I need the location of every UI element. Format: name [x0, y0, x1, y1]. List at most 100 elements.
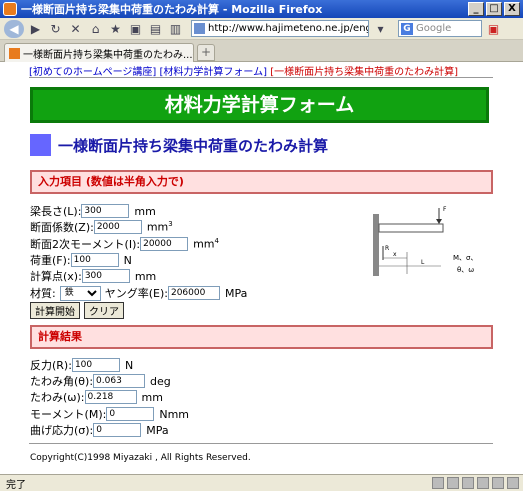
stress-output[interactable] [93, 423, 142, 437]
point-row: 計算点(x): mm [30, 268, 156, 284]
stop-icon[interactable]: ✕ [67, 20, 84, 37]
page-title-text: 一様断面片持ち梁集中荷重のたわみ計算 [58, 136, 329, 155]
status-icon-2[interactable] [447, 477, 459, 489]
window-titlebar: 一様断面片持ち梁集中荷重のたわみ計算 - Mozilla Firefox _ □… [0, 0, 523, 18]
modulus-label: 断面係数(Z): [30, 221, 94, 234]
button-row: 計算開始 クリア [30, 301, 128, 319]
status-icon-6[interactable] [507, 477, 519, 489]
tab-strip: 一様断面片持ち梁集中荷重のたわみ... x + [0, 40, 523, 62]
point-input[interactable] [81, 269, 130, 283]
top-divider [29, 77, 493, 78]
url-bar[interactable]: http://www.hajimeteno.ne.jp/eng [191, 20, 369, 37]
window-icon[interactable]: ▤ [147, 20, 164, 37]
input-section-header: 入力項目 (数値は半角入力で) [30, 170, 493, 194]
copyright: Copyright(C)1998 Miyazaki , All Rights R… [30, 453, 251, 463]
deflection-output[interactable] [84, 390, 137, 404]
reaction-unit: N [124, 358, 134, 372]
navigation-toolbar: ◀ ▶ ↻ ✕ ⌂ ★ ▣ ▤ ▥ http://www.hajimeteno.… [0, 18, 523, 40]
tab-favicon [9, 47, 20, 59]
tab-current[interactable]: 一様断面片持ち梁集中荷重のたわみ... x [4, 43, 194, 62]
home-icon[interactable]: ⌂ [87, 20, 104, 37]
addon-icon[interactable]: ▣ [485, 20, 502, 37]
save-icon[interactable]: ▥ [167, 20, 184, 37]
material-select[interactable]: 鉄 [59, 285, 101, 301]
maximize-button[interactable]: □ [486, 2, 502, 16]
status-icon-5[interactable] [492, 477, 504, 489]
deflection-row: たわみ(ω): mm [30, 389, 163, 405]
length-input[interactable] [81, 204, 130, 218]
inertia-input[interactable] [140, 237, 189, 251]
tab-close-icon[interactable]: x [193, 48, 194, 58]
result-section-header: 計算結果 [30, 325, 493, 349]
l-symbol: L [421, 259, 425, 266]
status-bar: 完了 [0, 474, 523, 491]
inertia-label: 断面2次モーメント(I): [30, 238, 141, 251]
bookmark-icon[interactable]: ★ [107, 20, 124, 37]
young-unit: MPa [224, 286, 248, 300]
angle-label: たわみ角(θ): [30, 375, 94, 388]
firefox-icon [3, 2, 17, 16]
url-text: http://www.hajimeteno.ne.jp/eng [208, 23, 369, 34]
reaction-label: 反力(R): [30, 359, 72, 372]
breadcrumb: [初めてのホームページ講座] [材料力学計算フォーム] [一様断面片持ち梁集中荷… [29, 63, 458, 78]
new-tab-button[interactable]: + [197, 44, 215, 61]
length-label: 梁長さ(L): [30, 205, 82, 218]
reaction-symbol: R [385, 245, 389, 252]
load-input[interactable] [70, 253, 119, 267]
moment-output[interactable] [106, 407, 155, 421]
title-marker [30, 134, 51, 156]
inertia-row: 断面2次モーメント(I): mm4 [30, 236, 219, 252]
modulus-input[interactable] [93, 220, 142, 234]
material-label: 材質: [30, 287, 56, 300]
moment-label: モーメント(M): [30, 408, 107, 421]
load-label: 荷重(F): [30, 254, 71, 267]
moment-unit: Nmm [159, 407, 190, 421]
close-button[interactable]: X [504, 2, 520, 16]
stress-row: 曲げ応力(σ): MPa [30, 422, 169, 438]
stress-unit: MPa [146, 423, 169, 437]
x-symbol: x [393, 251, 397, 258]
wall-support [373, 214, 379, 276]
google-icon: G [401, 22, 413, 35]
clear-button[interactable]: クリア [84, 301, 124, 319]
page-content: [初めてのホームページ講座] [材料力学計算フォーム] [一様断面片持ち梁集中荷… [0, 62, 523, 474]
length-row: 梁長さ(L): mm [30, 203, 156, 219]
reload-icon[interactable]: ↻ [47, 20, 64, 37]
load-row: 荷重(F): N [30, 252, 132, 268]
minimize-button[interactable]: _ [468, 2, 484, 16]
bottom-divider [29, 443, 493, 444]
young-label: ヤング率(E): [104, 287, 168, 300]
angle-unit: deg [150, 374, 171, 388]
reaction-row: 反力(R): N [30, 357, 133, 373]
modulus-row: 断面係数(Z): mm3 [30, 219, 173, 235]
status-icon-3[interactable] [462, 477, 474, 489]
load-symbol: F [443, 206, 447, 213]
moment-stress-symbol: M、σ、 [453, 254, 477, 262]
search-box[interactable]: G Google [398, 20, 482, 37]
beam [378, 223, 444, 233]
forward-button[interactable]: ▶ [27, 20, 44, 37]
material-row: 材質: 鉄 ヤング率(E): MPa [30, 285, 247, 301]
page-icon[interactable]: ▣ [127, 20, 144, 37]
angle-output[interactable] [93, 374, 146, 388]
inertia-unit: mm4 [193, 237, 219, 251]
deflection-unit: mm [141, 390, 163, 404]
angle-row: たわみ角(θ): deg [30, 373, 171, 389]
site-favicon [194, 23, 205, 34]
beam-diagram: F R x L M、σ、 θ、ω [373, 206, 477, 276]
go-arrow-icon[interactable]: ▾ [372, 20, 389, 37]
length-unit: mm [134, 204, 156, 218]
deflection-label: たわみ(ω): [30, 391, 85, 404]
status-text: 完了 [6, 479, 26, 491]
reaction-output[interactable] [71, 358, 120, 372]
search-placeholder: Google [416, 23, 452, 34]
page-title: 一様断面片持ち梁集中荷重のたわみ計算 [30, 134, 328, 156]
load-unit: N [123, 253, 132, 267]
window-title: 一様断面片持ち梁集中荷重のたわみ計算 - Mozilla Firefox [21, 3, 323, 16]
calculate-button[interactable]: 計算開始 [30, 301, 80, 319]
point-label: 計算点(x): [30, 270, 82, 283]
status-icon-1[interactable] [432, 477, 444, 489]
status-icon-4[interactable] [477, 477, 489, 489]
young-input[interactable] [167, 286, 220, 300]
back-button[interactable]: ◀ [4, 19, 24, 38]
